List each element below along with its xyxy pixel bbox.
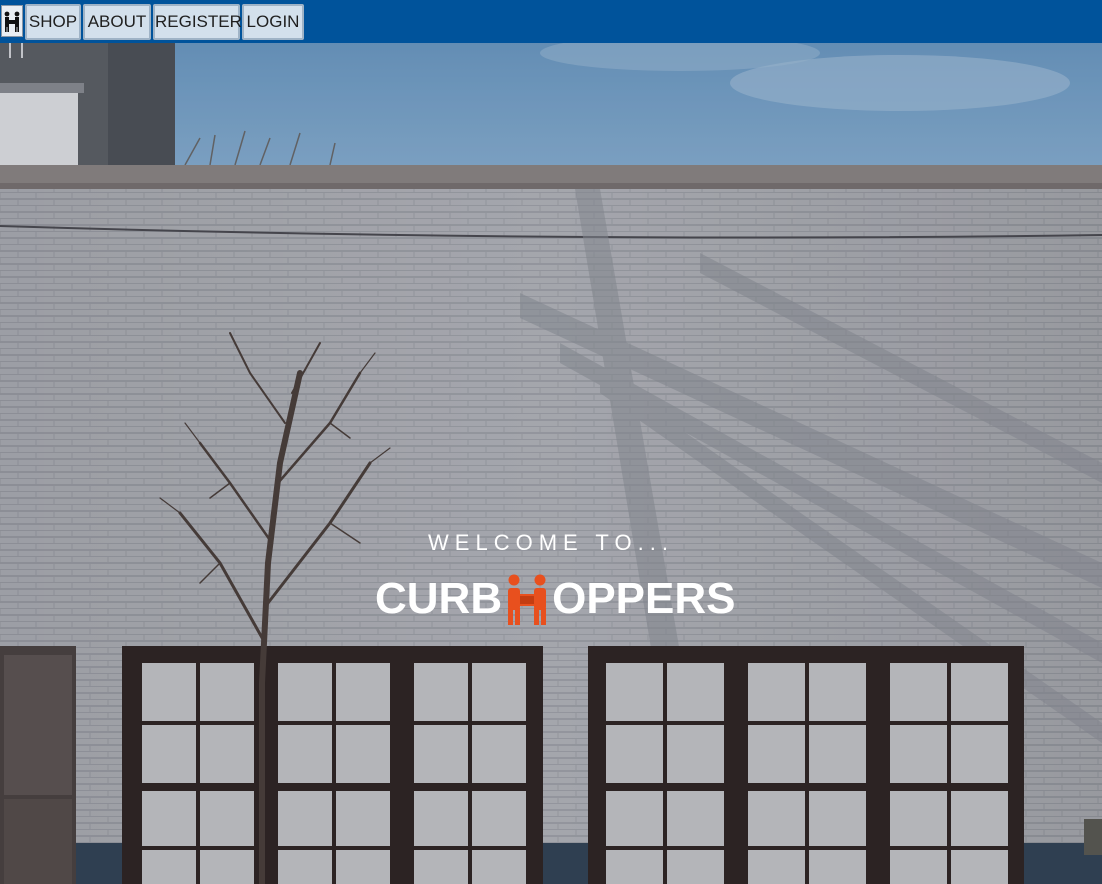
nav-about-button[interactable]: ABOUT [83,4,151,40]
brand-prefix: CURB [375,574,503,623]
page: SHOP ABOUT REGISTER LOGIN WELCOME TO... … [0,0,1102,884]
brand-logo: CURB OPPERS [375,569,736,625]
hero-background-image [0,43,1102,884]
nav-register-button[interactable]: REGISTER [153,4,242,40]
nav-shop-button[interactable]: SHOP [25,4,81,40]
top-navbar: SHOP ABOUT REGISTER LOGIN [0,0,1102,43]
people-carrying-box-icon [503,573,551,625]
welcome-heading: WELCOME TO... [428,530,674,555]
brand-suffix: OPPERS [552,574,736,623]
nav-login-button[interactable]: LOGIN [242,4,304,40]
hero-section: WELCOME TO... CURB OPPERS [0,43,1102,884]
curbhoppers-logo-icon[interactable] [1,5,23,37]
